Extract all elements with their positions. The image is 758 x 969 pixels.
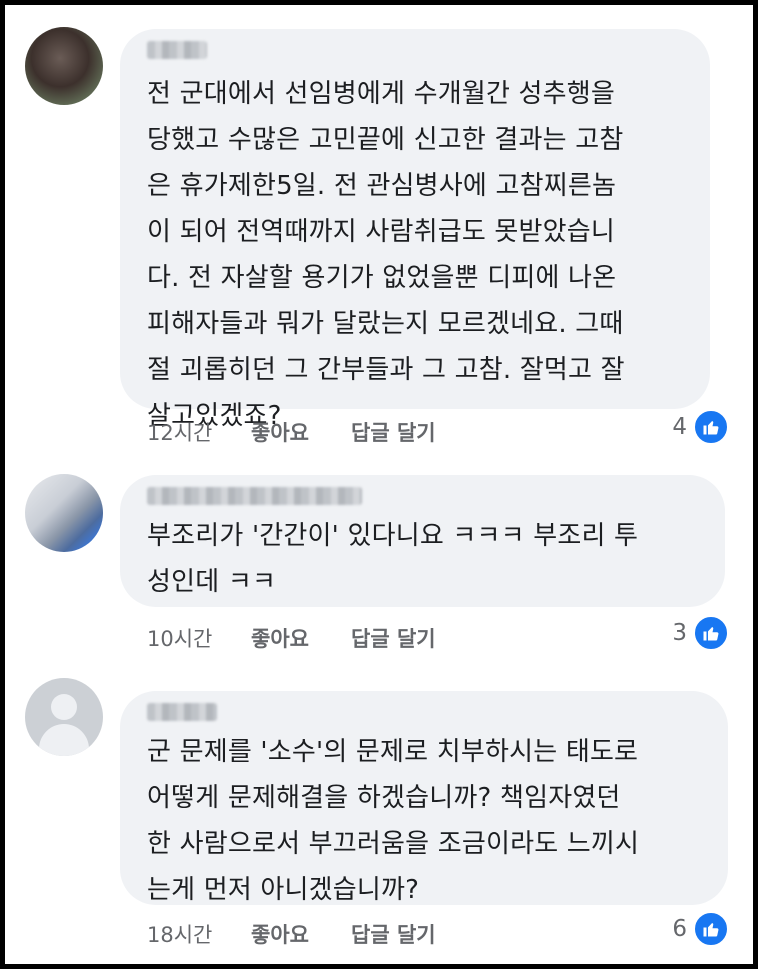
- reaction-summary[interactable]: 3: [672, 615, 729, 651]
- reaction-count: 3: [672, 620, 687, 646]
- reaction-count: 6: [672, 916, 687, 942]
- reaction-count: 4: [672, 414, 687, 440]
- reaction-summary[interactable]: 6: [672, 911, 729, 947]
- comment-bubble: 전 군대에서 선임병에게 수개월간 성추행을 당했고 수많은 고민끝에 신고한 …: [120, 29, 710, 431]
- thumbs-up-icon: [693, 615, 729, 651]
- like-button[interactable]: 좋아요: [251, 919, 309, 949]
- like-button[interactable]: 좋아요: [251, 623, 309, 653]
- comments-panel: 전 군대에서 선임병에게 수개월간 성추행을 당했고 수많은 고민끝에 신고한 …: [5, 5, 753, 964]
- reply-button[interactable]: 답글 달기: [351, 417, 436, 447]
- timestamp[interactable]: 18시간: [147, 919, 212, 949]
- author-name-blurred[interactable]: [147, 487, 362, 505]
- avatar[interactable]: [25, 27, 103, 105]
- comment-text: 전 군대에서 선임병에게 수개월간 성추행을 당했고 수많은 고민끝에 신고한 …: [147, 79, 625, 431]
- timestamp[interactable]: 12시간: [147, 417, 212, 447]
- comment-bubble: 부조리가 '간간이' 있다니요 ㅋㅋㅋ 부조리 투 성인데 ㅋㅋ: [120, 475, 725, 607]
- reply-button[interactable]: 답글 달기: [351, 623, 436, 653]
- comment-bubble: 군 문제를 '소수'의 문제로 치부하시는 태도로 어떻게 문제해결을 하겠습니…: [120, 691, 728, 905]
- default-avatar-head: [51, 694, 77, 720]
- author-name-blurred[interactable]: [147, 41, 207, 59]
- reaction-summary[interactable]: 4: [672, 409, 729, 445]
- avatar[interactable]: [25, 678, 103, 756]
- thumbs-up-icon: [693, 409, 729, 445]
- comment-text: 군 문제를 '소수'의 문제로 치부하시는 태도로 어떻게 문제해결을 하겠습니…: [147, 737, 640, 905]
- like-button[interactable]: 좋아요: [251, 417, 309, 447]
- default-avatar-body: [39, 724, 89, 756]
- timestamp[interactable]: 10시간: [147, 623, 212, 653]
- author-name-blurred[interactable]: [147, 703, 217, 721]
- avatar[interactable]: [25, 474, 103, 552]
- reply-button[interactable]: 답글 달기: [351, 919, 436, 949]
- thumbs-up-icon: [693, 911, 729, 947]
- comment-text: 부조리가 '간간이' 있다니요 ㅋㅋㅋ 부조리 투 성인데 ㅋㅋ: [147, 521, 639, 597]
